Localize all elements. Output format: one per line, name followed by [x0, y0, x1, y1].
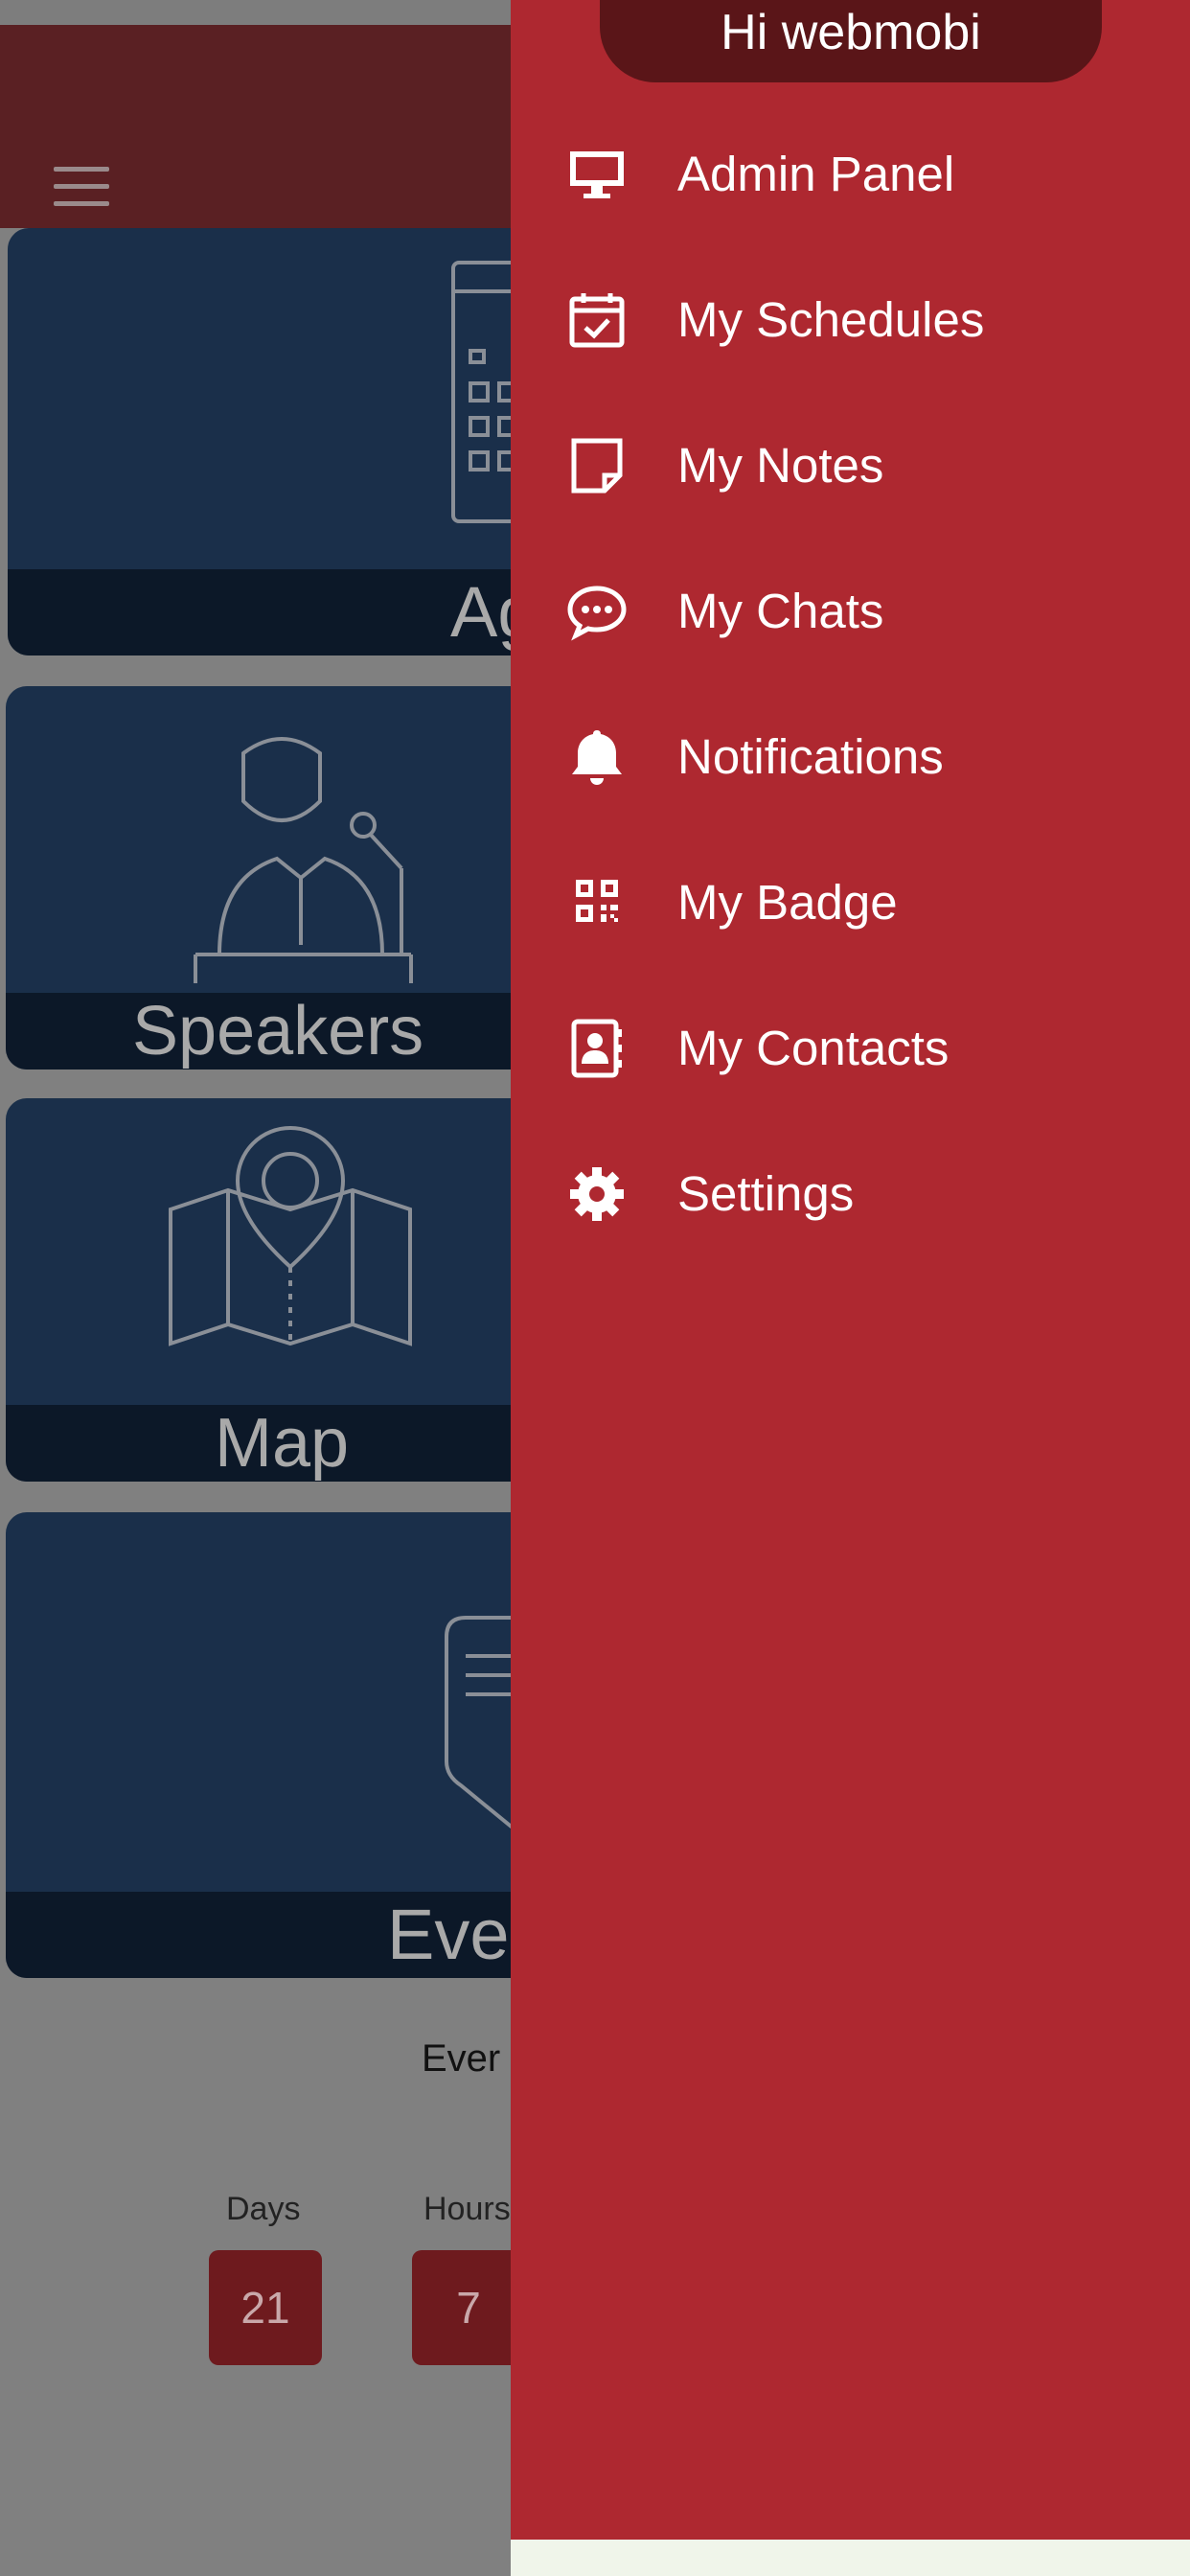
menu-item-notifications[interactable]: Notifications: [511, 700, 1190, 815]
user-greeting-pill: Hi webmobi: [600, 0, 1102, 82]
hours-value: 7: [412, 2250, 525, 2365]
event-countdown-title: Ever: [422, 2037, 501, 2080]
menu-item-my-contacts[interactable]: My Contacts: [511, 991, 1190, 1106]
calendar-check-icon: [569, 293, 625, 348]
menu-item-settings[interactable]: Settings: [511, 1137, 1190, 1252]
hamburger-menu-icon[interactable]: [54, 167, 109, 207]
map-pin-icon: [169, 1126, 412, 1346]
note-icon: [571, 438, 623, 494]
days-value: 21: [209, 2250, 322, 2365]
menu-item-label: Notifications: [677, 729, 944, 784]
drawer-footer-strip: [511, 2540, 1190, 2576]
menu-item-my-schedules[interactable]: My Schedules: [511, 263, 1190, 378]
menu-item-label: My Chats: [677, 584, 884, 638]
bell-icon: [572, 730, 622, 785]
greeting-text: Hi webmobi: [721, 5, 981, 60]
speaker-at-podium-icon: [194, 737, 413, 983]
menu-item-label: My Notes: [677, 438, 884, 493]
menu-item-label: My Badge: [677, 875, 898, 930]
hours-label: Hours: [423, 2191, 511, 2227]
contact-book-icon: [571, 1019, 622, 1078]
chat-bubble-icon: [567, 586, 627, 641]
menu-item-my-badge[interactable]: My Badge: [511, 845, 1190, 960]
days-label: Days: [226, 2191, 301, 2227]
menu-item-label: My Schedules: [677, 292, 985, 347]
qr-code-icon: [576, 880, 618, 922]
navigation-drawer: [511, 0, 1190, 2540]
menu-item-my-notes[interactable]: My Notes: [511, 408, 1190, 523]
menu-item-label: Settings: [677, 1166, 855, 1221]
menu-item-my-chats[interactable]: My Chats: [511, 554, 1190, 669]
monitor-icon: [570, 151, 624, 198]
menu-item-label: My Contacts: [677, 1021, 950, 1075]
gear-icon: [570, 1167, 624, 1221]
menu-item-admin-panel[interactable]: Admin Panel: [511, 117, 1190, 232]
menu-item-label: Admin Panel: [677, 147, 955, 201]
